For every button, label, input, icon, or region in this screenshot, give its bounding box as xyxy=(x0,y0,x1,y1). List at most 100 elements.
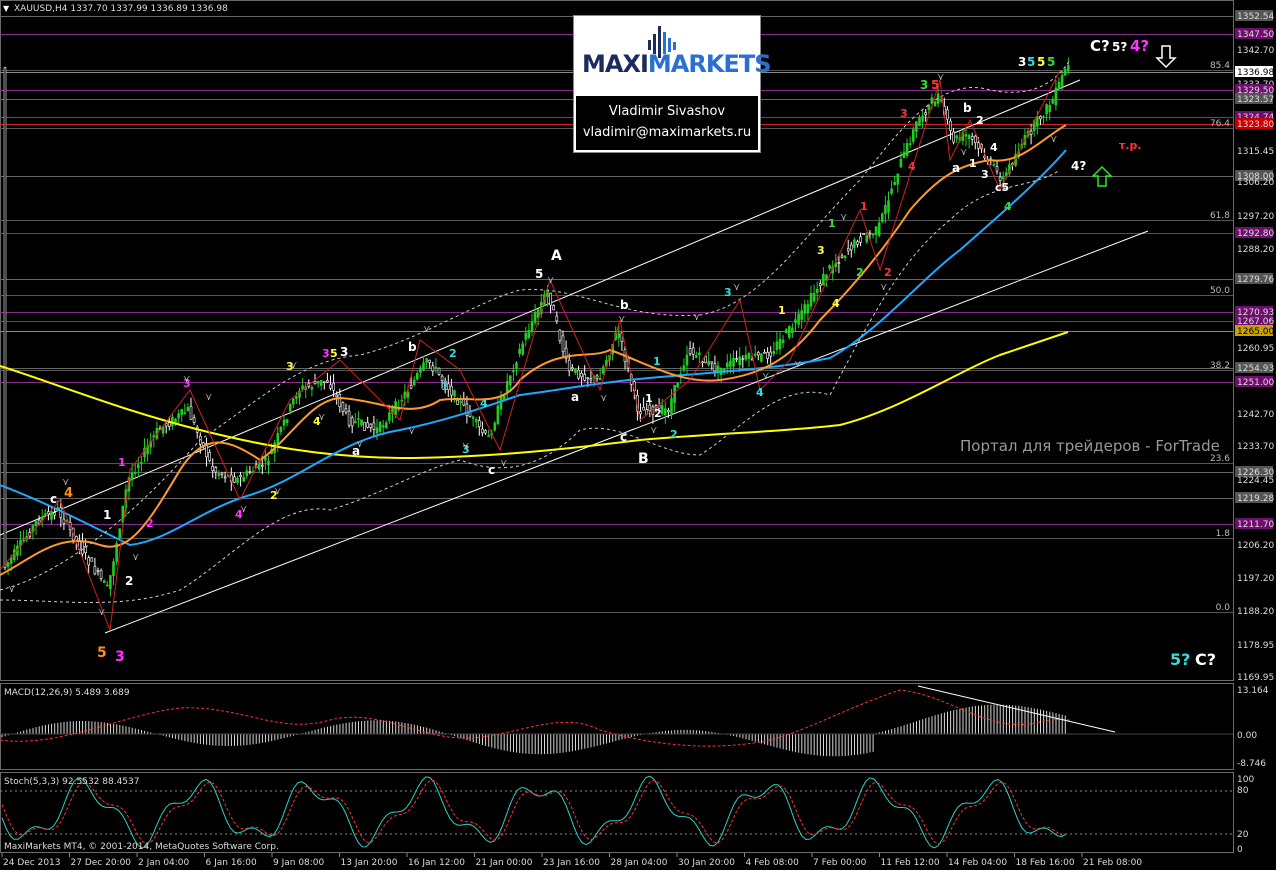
wave-label: 5 xyxy=(1037,55,1045,69)
price-tick: 1347.50 xyxy=(1237,30,1274,40)
wave-label: a xyxy=(571,390,579,404)
wave-label: 5 xyxy=(97,645,107,661)
svg-text:⋎: ⋎ xyxy=(356,439,363,450)
author-name: Vladimir Sivashov xyxy=(608,104,726,119)
svg-text:⋎: ⋎ xyxy=(794,359,801,370)
wave-label: 1 xyxy=(645,392,653,405)
price-axis: 1352.541347.501342.701336.981333.701329.… xyxy=(1235,10,1274,683)
time-tick: 30 Jan 20:00 xyxy=(678,858,735,868)
fractal-markers: ⋎ ⋎ ⋎ ⋎ ⋎ ⋎ ⋎ ⋎ ⋎ ⋎ ⋎ ⋎ ⋎ ⋎ ⋎ ⋎ ⋎ ⋎ ⋎ ⋎ ⋎ ⋎ ⋎ ⋎ ⋎ ⋎ ⋎ ⋎ ⋎ xyxy=(8,72,1057,618)
wave-label: c xyxy=(620,430,627,444)
wave-label: 2 xyxy=(125,574,133,588)
price-tick: 1342.70 xyxy=(1237,46,1274,56)
wave-label: 5 xyxy=(535,267,543,281)
author-info: Vladimir Sivashov vladimir@maximarkets.r… xyxy=(576,96,758,150)
time-tick: 21 Jan 00:00 xyxy=(476,858,533,868)
wave-label: 4 xyxy=(64,486,73,501)
svg-text:⋎: ⋎ xyxy=(132,552,139,563)
svg-text:⋎: ⋎ xyxy=(618,314,625,325)
svg-text:⋎: ⋎ xyxy=(500,458,507,469)
svg-text:⋎: ⋎ xyxy=(423,324,430,335)
wave-label: 2 xyxy=(884,266,892,279)
fib-label: 85.4 xyxy=(1210,61,1230,71)
wave-label: 3 xyxy=(817,244,825,257)
time-tick: 16 Jan 12:00 xyxy=(408,858,465,868)
wave-label: 5 xyxy=(1027,55,1035,69)
wave-label: 3 xyxy=(340,345,348,359)
macd-tick: -8.746 xyxy=(1237,759,1266,769)
macd-tick: 0.00 xyxy=(1237,731,1257,741)
wave-label: 4 xyxy=(1004,200,1012,213)
stoch-main-line xyxy=(1,775,1067,849)
wave-label: 5 xyxy=(330,347,338,360)
macd-tick: 13.164 xyxy=(1237,686,1269,696)
time-tick: 11 Feb 12:00 xyxy=(881,858,940,868)
price-tick: 1254.93 xyxy=(1237,364,1274,374)
svg-text:⋎: ⋎ xyxy=(960,147,967,158)
logo-brand-part2: MARKETS xyxy=(647,50,772,78)
wave-label: 4 xyxy=(756,386,764,399)
maximarkets-logo-box: MAXIMARKETS Vladimir Sivashov vladimir@m… xyxy=(573,15,771,153)
wave-label: 2 xyxy=(146,517,154,530)
wave-label: 1 xyxy=(969,157,977,170)
svg-text:⋎: ⋎ xyxy=(318,412,325,423)
wave-label: 2 xyxy=(856,266,864,279)
wave-label: 2 xyxy=(654,407,662,420)
stoch-tick: 80 xyxy=(1237,786,1249,796)
author-email: vladimir@maximarkets.ru xyxy=(582,125,752,140)
price-tick: 1265.00 xyxy=(1237,327,1274,337)
wave-label: 1 xyxy=(441,380,449,393)
wave-label: 3 xyxy=(900,107,908,120)
svg-text:⋎: ⋎ xyxy=(290,360,297,371)
svg-text:⋎: ⋎ xyxy=(650,425,657,436)
wave-label: 3 xyxy=(920,78,928,92)
wave-label: 1 xyxy=(653,355,661,368)
wave-label: C? xyxy=(1090,37,1110,55)
price-tick: 1233.70 xyxy=(1237,442,1274,452)
wave-label: 3 xyxy=(115,649,125,665)
yellow-moving-average xyxy=(0,331,1069,460)
wave-label: b xyxy=(408,340,417,354)
wave-label: C? xyxy=(1195,650,1216,669)
time-axis: 24 Dec 2013 27 Dec 20:00 2 Jan 04:00 6 Jan … xyxy=(1,853,1142,868)
symbol-header: XAUUSD,H4 1337.70 1337.99 1336.89 1336.9… xyxy=(14,4,228,14)
wave-label: 5? xyxy=(1112,40,1127,54)
wave-label: 4 xyxy=(990,141,998,154)
svg-text:⋎: ⋎ xyxy=(937,72,944,83)
price-tick: 1315.45 xyxy=(1237,147,1274,157)
price-tick: 1297.20 xyxy=(1237,212,1274,222)
copyright-text: MaxiMarkets MT4, © 2001-2014, MetaQuotes… xyxy=(4,842,279,852)
wave-label: 3 xyxy=(724,286,732,299)
svg-text:⋎: ⋎ xyxy=(547,275,554,286)
macd-label: MACD(12,26,9) 5.489 3.689 xyxy=(4,688,130,698)
svg-text:⋎: ⋎ xyxy=(240,504,247,515)
symbol-menu-icon[interactable]: ▼ xyxy=(3,4,10,13)
wave-label: 5? xyxy=(1170,650,1190,669)
price-tick: 1251.00 xyxy=(1237,378,1274,388)
stoch-tick: 0 xyxy=(1237,845,1243,855)
price-tick: 1279.76 xyxy=(1237,275,1274,285)
wave-label: 1 xyxy=(778,304,786,317)
price-tick: 1323.57 xyxy=(1237,95,1274,105)
svg-text:⋎: ⋎ xyxy=(8,584,15,595)
wave-label: 4 xyxy=(832,297,840,310)
wave-label: 1 xyxy=(103,508,111,522)
svg-text:⋎: ⋎ xyxy=(840,212,847,223)
price-tick: 1292.80 xyxy=(1237,229,1274,239)
time-tick: 18 Feb 16:00 xyxy=(1016,858,1075,868)
blue-moving-average xyxy=(0,149,1067,547)
time-tick: 14 Feb 04:00 xyxy=(948,858,1007,868)
wave-label: т.р. xyxy=(1119,139,1142,152)
wave-label: b xyxy=(963,101,972,115)
time-tick: 4 Feb 08:00 xyxy=(746,858,800,868)
macd-histogram xyxy=(1,704,1066,757)
price-tick: 1224.45 xyxy=(1237,476,1274,486)
time-tick: 9 Jan 08:00 xyxy=(273,858,325,868)
svg-text:⋎: ⋎ xyxy=(62,477,69,488)
time-tick: 2 Jan 04:00 xyxy=(138,858,190,868)
macd-axis: 13.164 0.00 -8.746 xyxy=(1237,686,1269,769)
wave-label: 2 xyxy=(670,428,678,441)
fib-label: 61.8 xyxy=(1210,211,1230,221)
svg-text:⋎: ⋎ xyxy=(1050,134,1057,145)
wave-label: 4 xyxy=(908,160,916,173)
